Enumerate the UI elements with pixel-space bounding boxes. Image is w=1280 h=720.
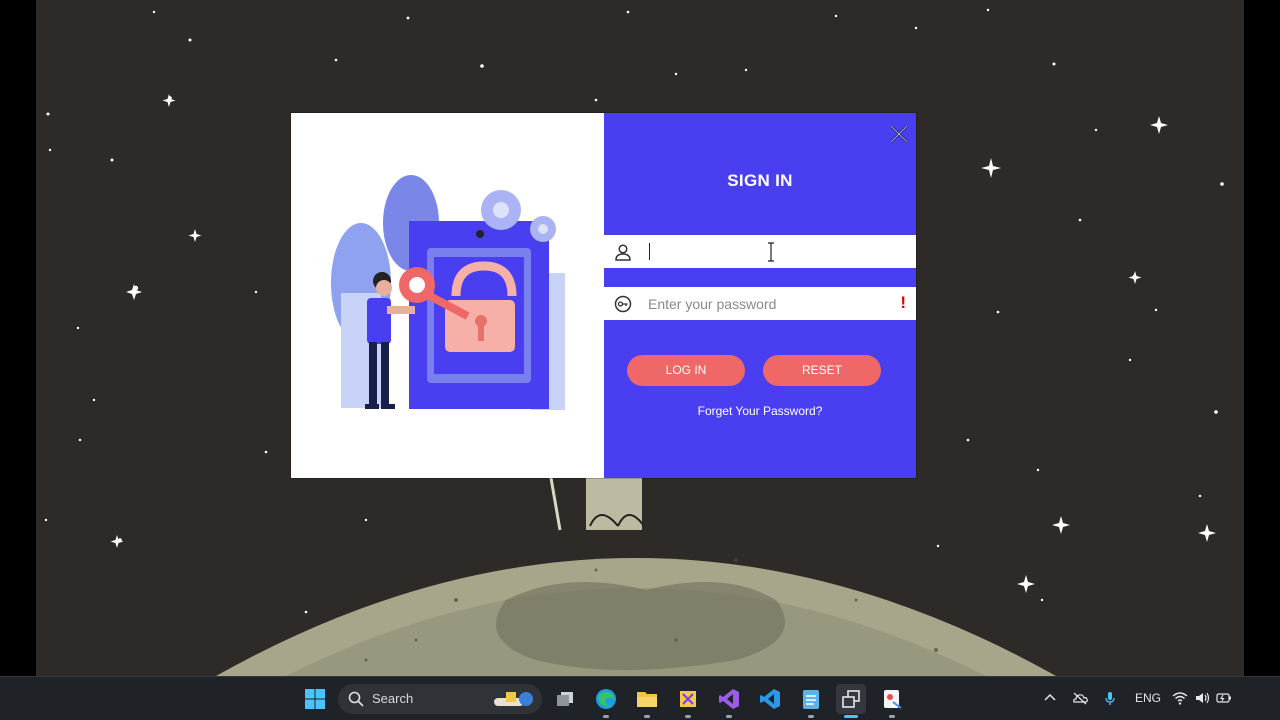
file-explorer-icon [637,692,657,707]
wifi-icon[interactable] [1172,690,1188,706]
password-input[interactable] [648,291,888,316]
forgot-password-link[interactable]: Forget Your Password? [604,404,916,418]
ibeam-cursor-icon [768,242,774,262]
reset-button[interactable]: RESET [763,355,881,386]
speaker-icon[interactable] [1194,690,1210,706]
taskbar-app-vscode[interactable] [755,684,785,714]
taskbar-app-file-explorer[interactable] [632,684,662,718]
close-icon [890,125,908,143]
search-label: Search [372,691,414,706]
login-button[interactable]: LOG IN [627,355,745,386]
running-indicator [808,715,814,718]
paint-icon [884,690,902,709]
taskbar-app-notepad[interactable] [796,684,826,718]
taskbar-app-visual-studio[interactable] [714,684,744,718]
notepad-icon [803,690,819,709]
visual-studio-icon [719,689,739,709]
password-warning-icon: ! [900,293,906,312]
password-field: ! [604,287,916,320]
edge-icon [596,689,616,709]
taskbar-search[interactable]: Search [338,684,542,714]
taskbar: Search ENG [0,676,1280,720]
vscode-icon [760,689,780,709]
taskbar-app-snipping-tool[interactable] [673,684,703,718]
microphone-icon[interactable] [1102,690,1118,706]
screen: SIGN IN ! LOG IN RESET Forget Your Passw… [0,0,1280,720]
running-indicator [726,715,732,718]
user-icon [615,244,631,261]
close-button[interactable] [888,123,910,145]
taskbar-app-paint[interactable] [877,684,907,718]
windows-start-icon [305,689,325,709]
username-field [604,235,916,268]
sign-in-title: SIGN IN [727,171,793,190]
text-cursor [649,243,650,260]
illustration-panel [291,113,604,478]
running-indicator [603,715,609,718]
task-view-icon [557,692,573,706]
battery-icon[interactable] [1216,690,1232,706]
search-highlight-icon [494,692,533,706]
chevron-up-icon[interactable] [1042,690,1058,706]
input-language-indicator[interactable]: ENG [1135,691,1161,705]
search-icon [348,691,364,707]
running-indicator [889,715,895,718]
sign-in-panel: SIGN IN ! LOG IN RESET Forget Your Passw… [604,113,916,478]
running-indicator [685,715,691,718]
active-indicator [844,715,858,718]
snipping-tool-icon [680,691,696,707]
login-window: SIGN IN ! LOG IN RESET Forget Your Passw… [291,113,916,478]
taskbar-app-edge[interactable] [591,684,621,718]
start-button[interactable] [300,684,330,714]
taskbar-app-task-view[interactable] [550,684,580,714]
taskbar-app-active-window[interactable] [836,684,866,718]
onedrive-icon[interactable] [1072,690,1088,706]
security-illustration [331,175,565,410]
running-indicator [644,715,650,718]
active-window-icon [842,690,860,708]
key-icon [614,295,632,313]
